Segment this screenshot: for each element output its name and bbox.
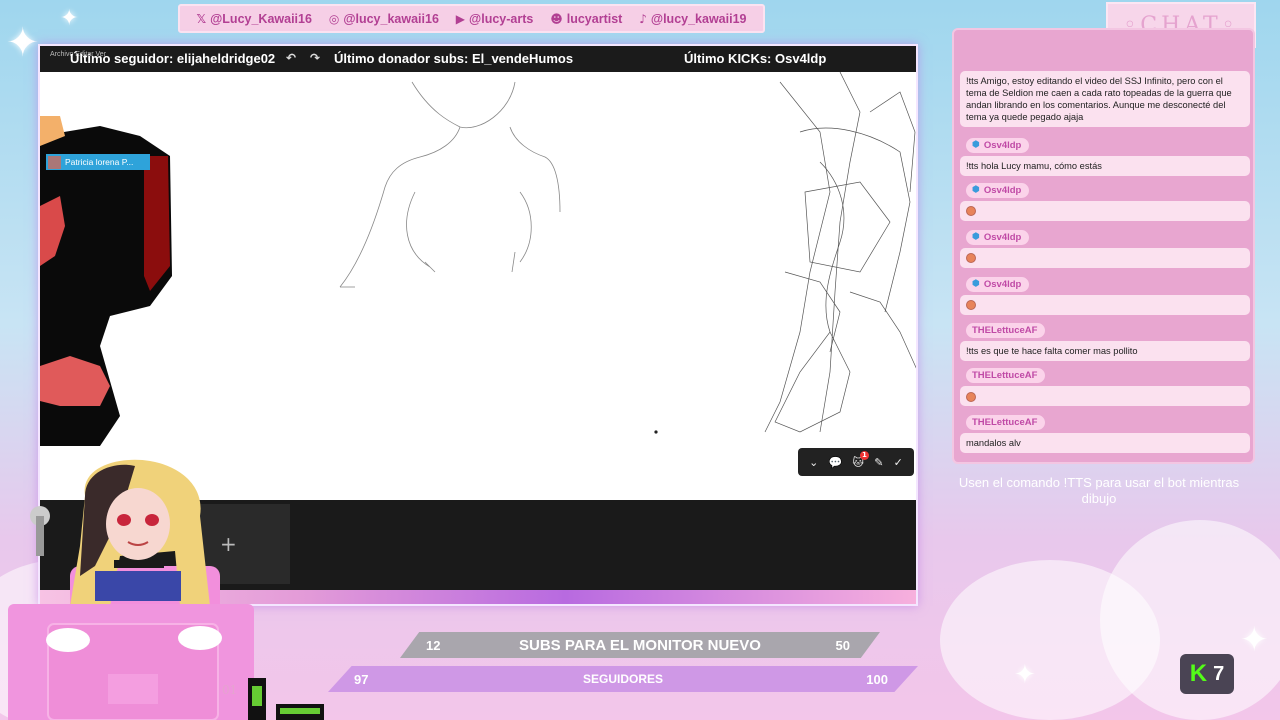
chat-username[interactable]: THELettuceAF — [966, 368, 1046, 383]
followers-target: 100 — [866, 671, 888, 687]
desk-number: 01 — [222, 683, 238, 697]
subs-goal-label: SUBS PARA EL MONITOR NUEVO — [519, 636, 761, 654]
kick-logo-icon: K — [1189, 660, 1208, 687]
followers-goal-bar: 97 SEGUIDORES 100 — [328, 666, 918, 692]
stream-ticker-bar: Archivo Editar Ver Último seguidor: elij… — [40, 46, 916, 72]
chat-username[interactable]: ⬢ Osv4ldp — [966, 276, 1030, 292]
sparkle-icon: ✦ — [60, 6, 79, 31]
chat-message-text: mandalos alv — [960, 433, 1250, 453]
pen-icon[interactable]: ✎ — [874, 456, 883, 469]
chat-username[interactable]: ⬢ Osv4ldp — [966, 137, 1030, 153]
chat-message-emote — [960, 200, 1250, 221]
emote-icon — [966, 300, 976, 311]
shield-icon: ⬢ — [972, 140, 980, 150]
social-youtube[interactable]: ▶ @lucy-arts — [456, 12, 534, 26]
chat-message: THELettuceAF — [960, 365, 1250, 406]
tts-hint-text: Usen el comando !TTS para usar el bot mi… — [958, 475, 1240, 506]
chat-message: THELettuceAF !tts es que te hace falta c… — [960, 320, 1250, 361]
social-x[interactable]: 𝕏 @Lucy_Kawaii16 — [196, 12, 312, 26]
last-kicks-text: Último KICKs: Osv4ldp — [684, 51, 827, 66]
sparkle-icon: ✦ — [1014, 660, 1036, 690]
chat-username[interactable]: ⬢ Osv4ldp — [966, 229, 1030, 245]
chat-message-emote — [960, 294, 1250, 315]
tiktok-icon: ♪ — [639, 11, 647, 26]
last-follower-text: Último seguidor: elijaheldridge02 — [70, 51, 276, 66]
redo-icon[interactable]: ↷ — [310, 51, 320, 65]
social-links-bar: 𝕏 @Lucy_Kawaii16 ◎ @lucy_kawaii16 ▶ @lucy-a… — [178, 4, 765, 33]
chat-message-text: !tts hola Lucy mamu, cómo estás — [960, 155, 1250, 176]
kick-count: 7 — [1213, 662, 1225, 685]
kick-counter: K 7 — [1180, 654, 1234, 694]
monitor-graphic — [46, 623, 222, 720]
desk-monitor-graphic — [8, 604, 254, 720]
chat-message: ⬢ Osv4ldp !tts hola Lucy mamu, cómo estás — [960, 134, 1250, 176]
sparkle-icon: ✦ — [6, 20, 40, 66]
undo-icon[interactable]: ↶ — [286, 51, 296, 65]
emote-icon — [966, 206, 976, 217]
chat-message: ⬢ Osv4ldp — [960, 273, 1250, 315]
shield-icon: ⬢ — [972, 232, 980, 242]
chat-username[interactable]: ⬢ Osv4ldp — [966, 182, 1030, 198]
floating-toolbar[interactable]: ⌄ 💬 🐱 1 ✎ ✓ — [798, 448, 914, 476]
notification-icon[interactable]: 🐱 1 — [853, 450, 869, 469]
subs-goal-bar: 12 SUBS PARA EL MONITOR NUEVO 50 — [400, 632, 880, 658]
energy-drink-cans — [248, 678, 324, 720]
social-discord[interactable]: ☻ lucyartist — [550, 12, 622, 26]
chevron-down-icon[interactable]: ⌄ — [809, 456, 818, 469]
chat-bubble-icon[interactable]: 💬 — [829, 456, 843, 469]
followers-goal-label: SEGUIDORES — [582, 672, 663, 686]
social-tiktok[interactable]: ♪ @lucy_kawaii19 — [639, 12, 746, 26]
chat-message-emote — [960, 247, 1250, 268]
discord-icon: ☻ — [550, 11, 563, 26]
chat-message: !tts Amigo, estoy editando el video del … — [960, 68, 1250, 127]
collaborator-tag: Patricia lorena P... — [46, 154, 150, 170]
social-instagram[interactable]: ◎ @lucy_kawaii16 — [329, 12, 439, 26]
chat-username[interactable]: THELettuceAF — [966, 323, 1046, 338]
chat-message-text: !tts es que te hace falta comer mas poll… — [960, 341, 1250, 361]
emote-icon — [966, 253, 976, 264]
sparkle-icon: ✦ — [1240, 620, 1269, 660]
chat-message: ⬢ Osv4ldp — [960, 226, 1250, 268]
chat-message-text: !tts Amigo, estoy editando el video del … — [960, 71, 1250, 127]
collaborator-avatar — [48, 155, 61, 169]
shield-icon: ⬢ — [972, 185, 980, 195]
chat-message: THELettuceAF mandalos alv — [960, 412, 1250, 453]
chat-message: ⬢ Osv4ldp — [960, 179, 1250, 221]
chat-message-emote — [960, 386, 1250, 406]
drawing-canvas[interactable]: Patricia lorena P... ⌄ 💬 🐱 1 ✎ ✓ — [40, 72, 916, 502]
check-icon[interactable]: ✓ — [894, 456, 903, 469]
instagram-icon: ◎ — [328, 11, 340, 26]
subs-target: 50 — [835, 637, 850, 653]
x-icon: 𝕏 — [196, 11, 207, 26]
last-donor-text: Último donador subs: El_vendeHumos — [334, 51, 574, 66]
youtube-icon: ▶ — [455, 11, 466, 26]
chat-username[interactable]: THELettuceAF — [966, 415, 1046, 430]
chat-panel: !tts Amigo, estoy editando el video del … — [952, 28, 1255, 464]
shield-icon: ⬢ — [972, 279, 980, 289]
emote-icon — [966, 391, 976, 402]
streamer-avatar — [30, 459, 220, 616]
